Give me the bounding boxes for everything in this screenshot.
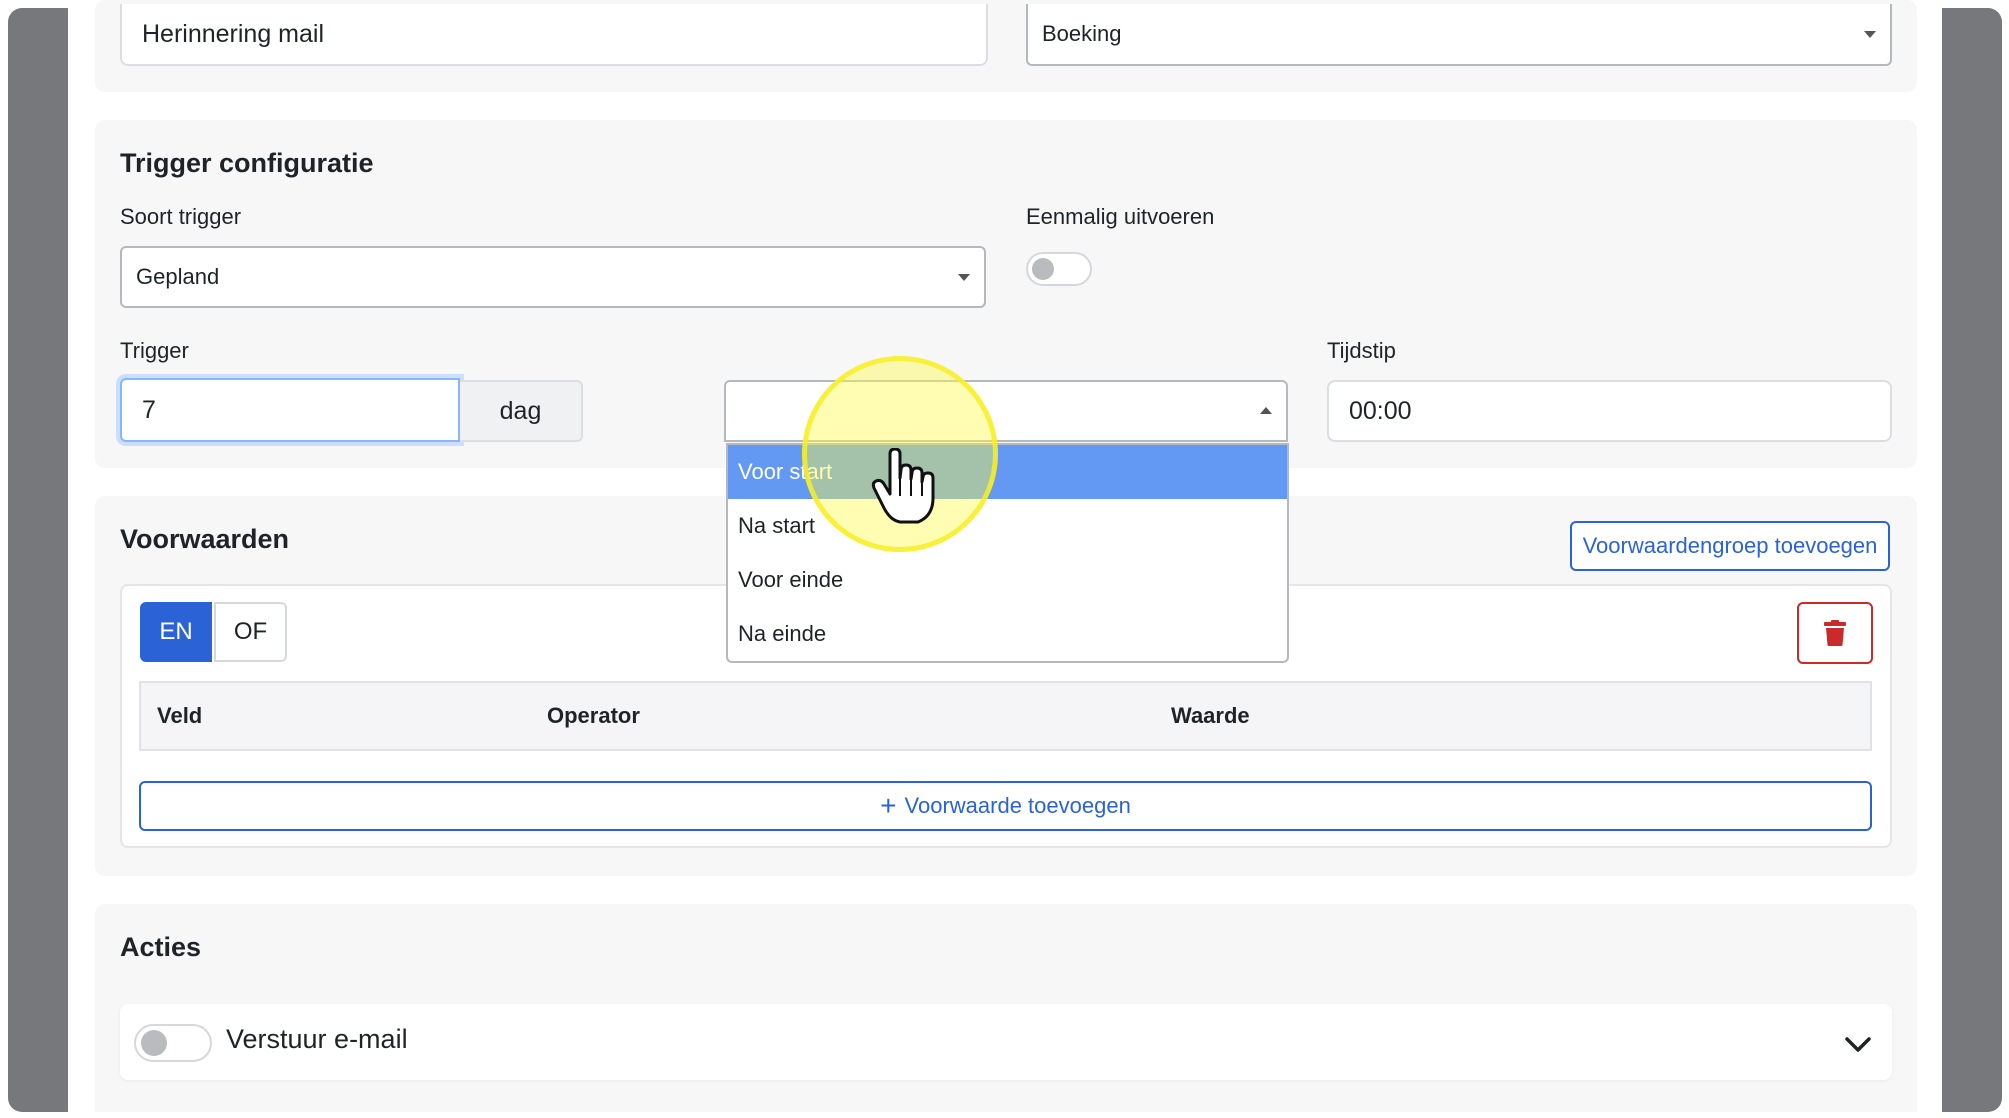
column-header-field: Veld — [157, 703, 203, 728]
toggle-knob — [1032, 258, 1054, 280]
option-voor-einde[interactable]: Voor einde — [728, 553, 1287, 607]
window-frame-right — [1942, 8, 2002, 1112]
add-condition-button[interactable]: + Voorwaarde toevoegen — [139, 781, 1872, 831]
entity-type-value: Boeking — [1042, 21, 1122, 46]
column-header-operator: Operator — [547, 703, 640, 728]
action-row-send-email[interactable]: Verstuur e-mail — [120, 1004, 1892, 1080]
trigger-type-select[interactable]: Gepland — [120, 246, 986, 308]
option-na-einde[interactable]: Na einde — [728, 607, 1287, 661]
trigger-relation-select[interactable] — [724, 380, 1288, 442]
actions-title: Acties — [120, 932, 202, 962]
chevron-down-icon[interactable] — [1844, 1036, 1872, 1054]
conditions-table-header: Veld Operator Waarde — [139, 681, 1872, 751]
caret-down-icon — [1864, 31, 1876, 38]
add-condition-label: Voorwaarde toevoegen — [904, 793, 1131, 818]
logic-or-button[interactable]: OF — [214, 602, 287, 662]
column-header-value: Waarde — [1171, 703, 1250, 728]
option-na-start[interactable]: Na start — [728, 499, 1287, 553]
conditions-title: Voorwaarden — [120, 524, 290, 554]
send-email-toggle[interactable] — [134, 1024, 212, 1062]
caret-up-icon — [1260, 407, 1272, 414]
automation-name-value: Herinnering mail — [142, 19, 325, 48]
run-once-toggle[interactable] — [1026, 252, 1092, 286]
trigger-relation-dropdown: Voor start Na start Voor einde Na einde — [726, 443, 1289, 663]
trigger-amount-input[interactable]: 7 — [120, 378, 460, 442]
trash-icon — [1824, 620, 1846, 646]
automation-name-input[interactable]: Herinnering mail — [120, 4, 988, 66]
time-input[interactable]: 00:00 — [1327, 380, 1892, 442]
send-email-label: Verstuur e-mail — [226, 1024, 408, 1054]
trigger-type-label: Soort trigger — [120, 204, 242, 229]
caret-down-icon — [958, 274, 970, 281]
time-label: Tijdstip — [1327, 338, 1396, 363]
run-once-label: Eenmalig uitvoeren — [1026, 204, 1215, 229]
trigger-unit-addon: dag — [460, 380, 583, 442]
trigger-type-value: Gepland — [136, 264, 220, 289]
trigger-amount-value: 7 — [142, 395, 156, 424]
add-condition-group-button[interactable]: Voorwaardengroep toevoegen — [1570, 521, 1890, 571]
option-voor-start[interactable]: Voor start — [728, 445, 1287, 499]
toggle-knob — [141, 1030, 167, 1056]
trigger-config-title: Trigger configuratie — [120, 148, 374, 178]
delete-group-button[interactable] — [1797, 602, 1873, 664]
logic-and-button[interactable]: EN — [140, 602, 212, 662]
time-value: 00:00 — [1349, 396, 1412, 425]
plus-icon: + — [880, 790, 897, 821]
trigger-label: Trigger — [120, 338, 189, 363]
entity-type-select[interactable]: Boeking — [1026, 4, 1892, 66]
window-frame-left — [8, 8, 68, 1112]
